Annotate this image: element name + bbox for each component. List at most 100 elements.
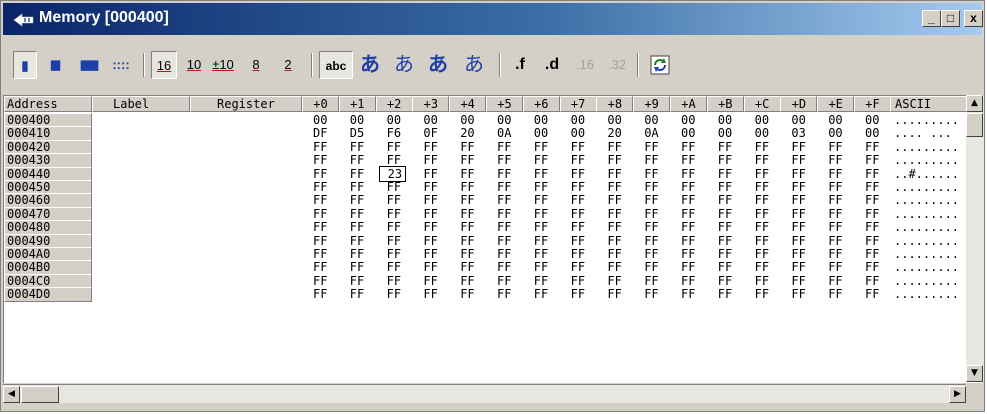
- byte-cell[interactable]: FF: [387, 287, 401, 301]
- byte-cell[interactable]: FF: [534, 180, 548, 194]
- byte-cell[interactable]: 00: [387, 113, 401, 127]
- byte-cell[interactable]: FF: [497, 247, 511, 261]
- ascii-cell[interactable]: .... ...: [894, 126, 974, 140]
- byte-cell[interactable]: 00: [755, 113, 769, 127]
- euc-encoding-button[interactable]: あ: [423, 51, 453, 79]
- register-column-header[interactable]: Register: [190, 96, 302, 112]
- byte-cell[interactable]: FF: [828, 234, 842, 248]
- byte-cell[interactable]: FF: [828, 247, 842, 261]
- scroll-left-arrow-icon[interactable]: ◀: [3, 386, 20, 403]
- byte-cell[interactable]: FF: [644, 220, 658, 234]
- byte-cell[interactable]: FF: [423, 220, 437, 234]
- byte-cell[interactable]: FF: [607, 287, 621, 301]
- byte-cell[interactable]: FF: [423, 153, 437, 167]
- byte-cell[interactable]: FF: [350, 274, 364, 288]
- byte-cell[interactable]: FF: [644, 234, 658, 248]
- ascii-cell[interactable]: .........: [894, 287, 974, 301]
- scroll-thumb[interactable]: [966, 113, 983, 137]
- byte-cell[interactable]: FF: [681, 207, 695, 221]
- byte-cell[interactable]: FF: [755, 234, 769, 248]
- byte-cell[interactable]: 00: [497, 113, 511, 127]
- byte-cell[interactable]: FF: [497, 287, 511, 301]
- byte-cell[interactable]: 00: [755, 126, 769, 140]
- byte-cell[interactable]: FF: [571, 140, 585, 154]
- byte-cell[interactable]: FF: [644, 287, 658, 301]
- offset-column-header[interactable]: +3: [412, 96, 450, 112]
- byte-cell[interactable]: FF: [387, 140, 401, 154]
- hex-radix-button[interactable]: 16: [151, 51, 177, 79]
- memory-grid[interactable]: Address Label Register +0 +1 +2 +3 +4 +5 +6 +7 +…: [3, 95, 982, 383]
- byte-cell[interactable]: FF: [497, 153, 511, 167]
- byte-cell[interactable]: FF: [423, 167, 437, 181]
- byte-cell[interactable]: FF: [313, 234, 327, 248]
- byte-cell[interactable]: FF: [828, 260, 842, 274]
- byte-cell[interactable]: FF: [718, 180, 732, 194]
- ascii-encoding-button[interactable]: abc: [319, 51, 353, 79]
- byte-cell[interactable]: FF: [387, 234, 401, 248]
- byte-cell[interactable]: FF: [755, 140, 769, 154]
- byte-cell[interactable]: FF: [313, 287, 327, 301]
- byte-cell[interactable]: FF: [313, 153, 327, 167]
- eight-column-button[interactable]: ::::: [107, 51, 135, 79]
- byte-cell[interactable]: FF: [313, 247, 327, 261]
- byte-cell[interactable]: FF: [313, 220, 327, 234]
- byte-cell[interactable]: FF: [313, 207, 327, 221]
- byte-cell[interactable]: FF: [460, 247, 474, 261]
- byte-cell[interactable]: FF: [681, 247, 695, 261]
- byte-cell[interactable]: FF: [534, 260, 548, 274]
- byte-cell[interactable]: FF: [865, 180, 879, 194]
- byte-cell[interactable]: FF: [755, 247, 769, 261]
- close-button[interactable]: x: [964, 10, 983, 27]
- byte-cell[interactable]: FF: [791, 140, 805, 154]
- byte-cell[interactable]: FF: [350, 234, 364, 248]
- byte-cell[interactable]: FF: [607, 140, 621, 154]
- byte-cell[interactable]: FF: [497, 180, 511, 194]
- byte-cell[interactable]: FF: [571, 274, 585, 288]
- byte-cell[interactable]: FF: [350, 260, 364, 274]
- byte-cell[interactable]: FF: [387, 260, 401, 274]
- byte-cell[interactable]: 00: [571, 113, 585, 127]
- byte-cell[interactable]: FF: [865, 140, 879, 154]
- byte-cell[interactable]: FF: [755, 287, 769, 301]
- byte-cell[interactable]: FF: [460, 140, 474, 154]
- byte-cell[interactable]: FF: [718, 207, 732, 221]
- byte-cell[interactable]: FF: [828, 287, 842, 301]
- byte-cell[interactable]: 0A: [644, 126, 658, 140]
- byte-cell[interactable]: FF: [534, 274, 548, 288]
- byte-cell[interactable]: FF: [350, 167, 364, 181]
- byte-cell[interactable]: FF: [387, 207, 401, 221]
- byte-cell[interactable]: FF: [497, 167, 511, 181]
- byte-cell[interactable]: FF: [350, 193, 364, 207]
- byte-cell[interactable]: 00: [423, 113, 437, 127]
- byte-cell[interactable]: 0A: [497, 126, 511, 140]
- byte-cell[interactable]: 00: [534, 126, 548, 140]
- float-format-button[interactable]: .f: [507, 51, 533, 79]
- ascii-cell[interactable]: .........: [894, 260, 974, 274]
- byte-cell[interactable]: FF: [423, 287, 437, 301]
- signed-decimal-radix-button[interactable]: ±10: [207, 51, 239, 79]
- binary-radix-button[interactable]: 2: [277, 51, 299, 79]
- byte-cell[interactable]: FF: [607, 220, 621, 234]
- byte-cell[interactable]: FF: [313, 180, 327, 194]
- byte-cell[interactable]: FF: [460, 220, 474, 234]
- byte-cell[interactable]: 00: [681, 126, 695, 140]
- byte-cell[interactable]: FF: [791, 260, 805, 274]
- byte-cell[interactable]: FF: [350, 287, 364, 301]
- byte-cell[interactable]: FF: [865, 153, 879, 167]
- byte-cell[interactable]: 00: [534, 113, 548, 127]
- byte-cell[interactable]: FF: [534, 207, 548, 221]
- title-bar[interactable]: Memory [000400] _ □ x: [3, 3, 983, 35]
- byte-cell[interactable]: FF: [828, 274, 842, 288]
- byte-cell[interactable]: FF: [460, 274, 474, 288]
- byte-cell[interactable]: FF: [313, 167, 327, 181]
- offset-column-header[interactable]: +A: [670, 96, 707, 112]
- two-column-button[interactable]: ▮▮: [41, 51, 67, 79]
- byte-cell[interactable]: FF: [681, 153, 695, 167]
- byte-cell[interactable]: FF: [460, 260, 474, 274]
- ascii-cell[interactable]: .........: [894, 247, 974, 261]
- byte-cell[interactable]: FF: [644, 207, 658, 221]
- byte-cell[interactable]: FF: [497, 140, 511, 154]
- byte-cell[interactable]: FF: [607, 260, 621, 274]
- byte-cell[interactable]: FF: [497, 220, 511, 234]
- byte-cell[interactable]: FF: [644, 153, 658, 167]
